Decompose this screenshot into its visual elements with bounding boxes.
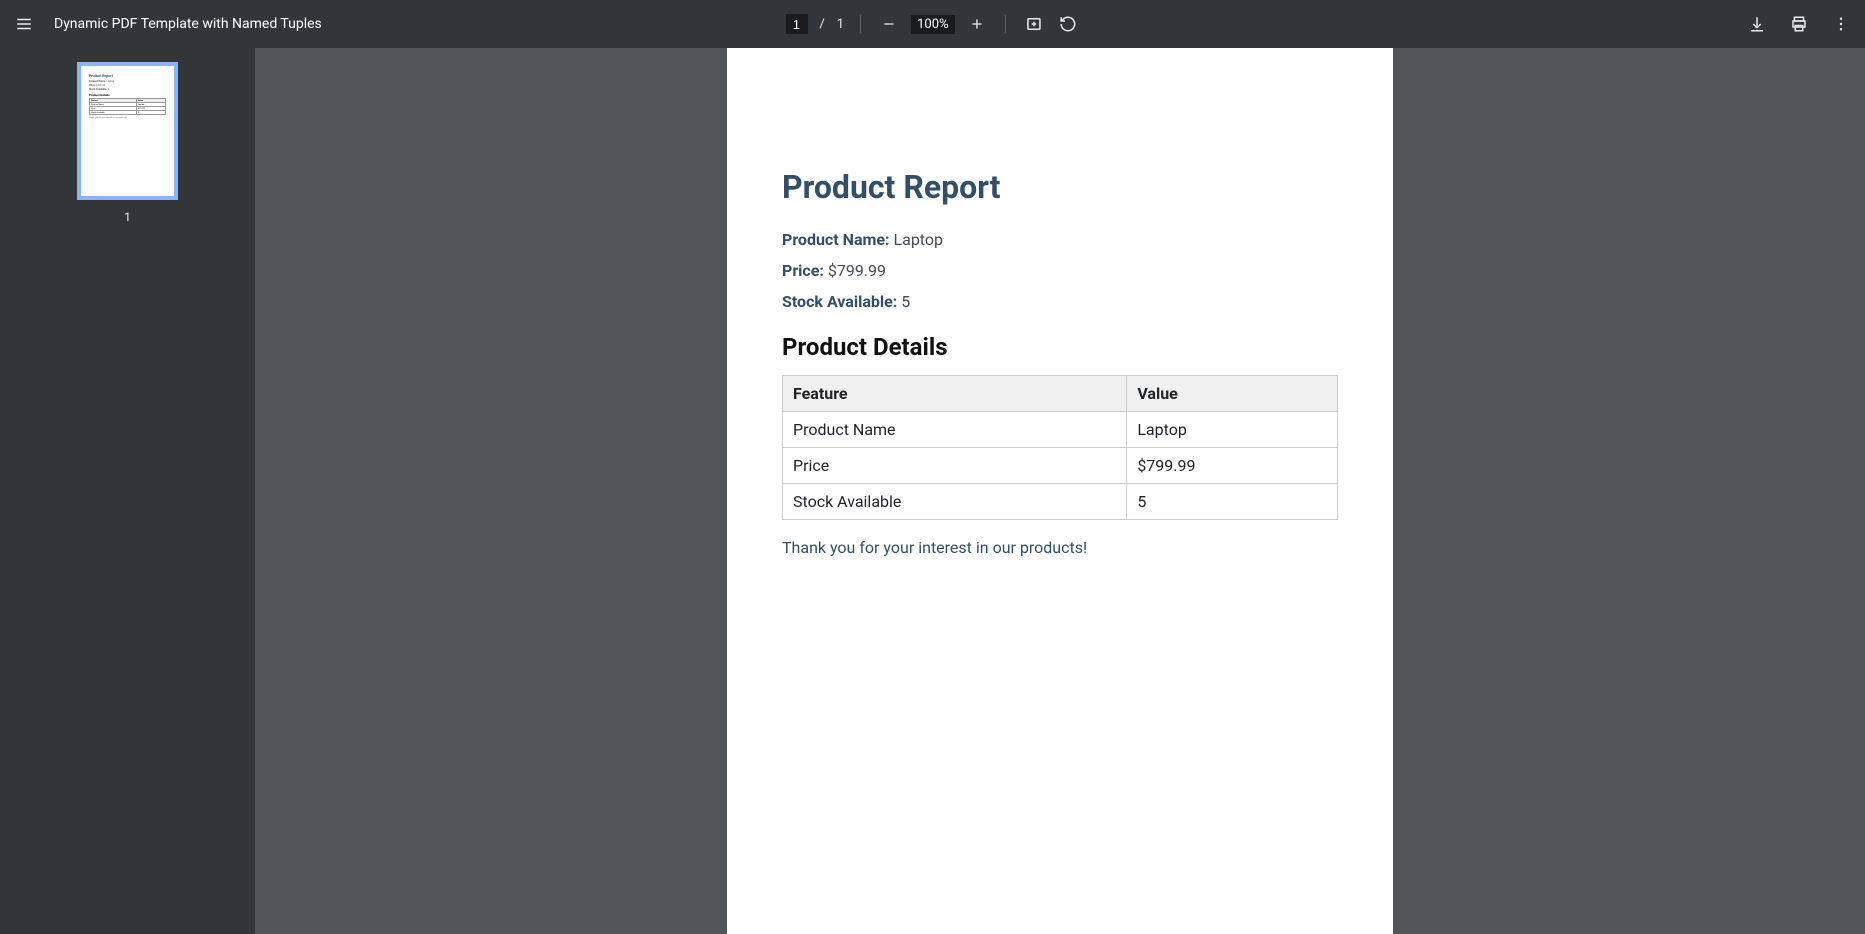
table-header-row: Feature Value [783,376,1338,412]
product-name-label: Product Name: [782,230,890,249]
price-value: $799.99 [828,261,886,280]
page-area[interactable]: Product Report Product Name: Laptop Pric… [255,48,1865,934]
content-area: Product Report Product Name: Laptop Pric… [0,48,1865,934]
section-title: Product Details [782,333,1338,361]
cell-feature: Stock Available [783,484,1127,520]
zoom-out-icon[interactable] [877,12,901,36]
toolbar-divider [1005,15,1006,33]
footer-note: Thank you for your interest in our produ… [782,538,1338,557]
download-icon[interactable] [1745,12,1769,36]
cell-feature: Price [783,448,1127,484]
zoom-in-icon[interactable] [965,12,989,36]
page-number-input[interactable] [785,14,807,34]
page-thumbnail[interactable]: Product Report Product Name: Laptop Pric… [77,62,178,200]
price-label: Price: [782,261,824,280]
header-feature: Feature [783,376,1127,412]
cell-value: Laptop [1127,412,1338,448]
table-row: Stock Available 5 [783,484,1338,520]
page-slash: / [819,17,824,32]
rotate-icon[interactable] [1056,12,1080,36]
product-name-line: Product Name: Laptop [782,230,1338,249]
print-icon[interactable] [1787,12,1811,36]
fit-page-icon[interactable] [1022,12,1046,36]
menu-icon[interactable] [12,12,36,36]
stock-value: 5 [901,292,910,311]
report-title: Product Report [782,168,1338,206]
document-title: Dynamic PDF Template with Named Tuples [54,16,322,32]
thumbnail-number: 1 [124,210,131,224]
product-name-value: Laptop [894,230,944,249]
table-row: Price $799.99 [783,448,1338,484]
toolbar-divider [860,15,861,33]
more-icon[interactable] [1829,12,1853,36]
cell-value: 5 [1127,484,1338,520]
cell-feature: Product Name [783,412,1127,448]
price-line: Price: $799.99 [782,261,1338,280]
details-table: Feature Value Product Name Laptop Price … [782,375,1338,520]
pdf-toolbar: Dynamic PDF Template with Named Tuples /… [0,0,1865,48]
cell-value: $799.99 [1127,448,1338,484]
header-value: Value [1127,376,1338,412]
stock-label: Stock Available: [782,292,897,311]
page-total: 1 [837,17,844,32]
zoom-level[interactable]: 100% [911,15,954,34]
pdf-page: Product Report Product Name: Laptop Pric… [727,48,1393,934]
stock-line: Stock Available: 5 [782,292,1338,311]
table-row: Product Name Laptop [783,412,1338,448]
thumbnail-sidebar: Product Report Product Name: Laptop Pric… [0,48,255,934]
